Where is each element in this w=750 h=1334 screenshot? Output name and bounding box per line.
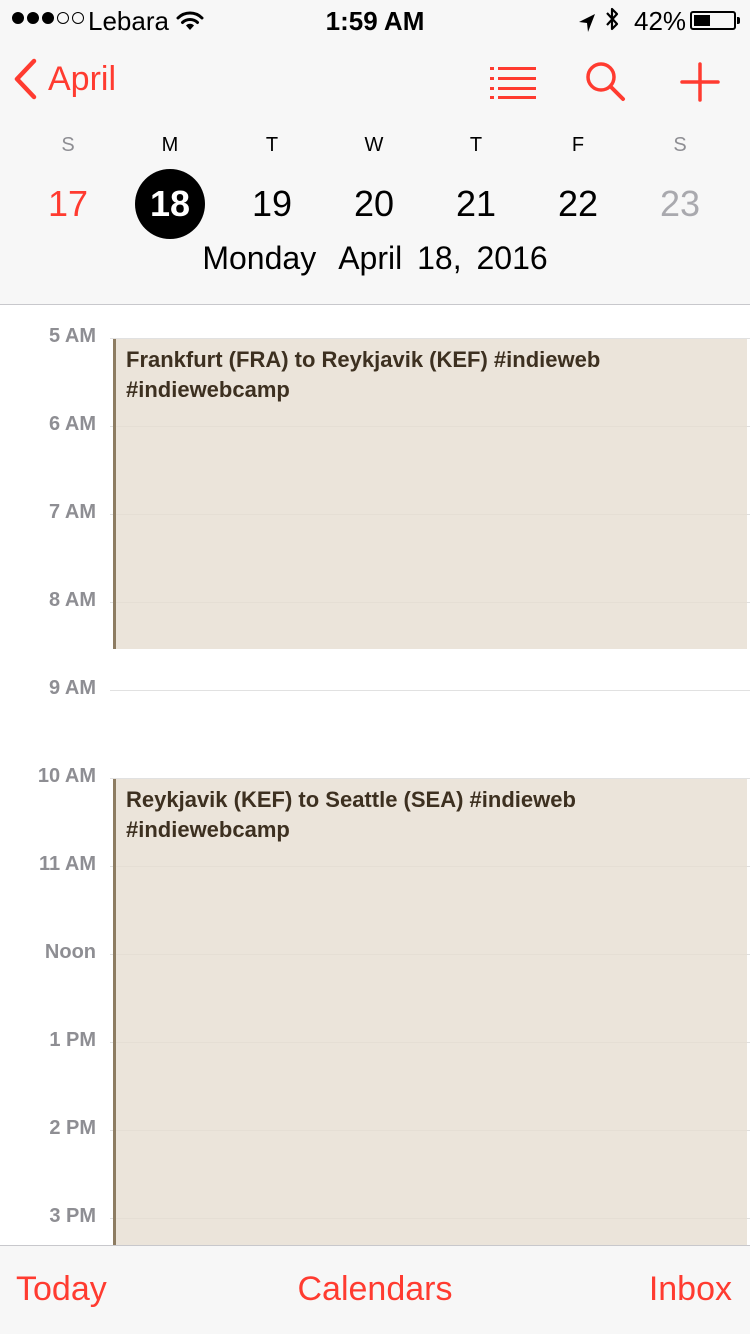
calendars-button[interactable]: Calendars [298,1270,453,1308]
hour-label: 9 AM [48,677,96,699]
hour-label: 7 AM [48,501,96,523]
battery-level [694,15,710,26]
date-number: 23 [659,183,701,224]
date-number: 21 [455,183,497,224]
battery-tip [737,17,740,24]
weekday-initial: M [161,134,179,156]
chevron-left-icon [14,58,37,100]
list-icon [490,67,536,99]
search-icon [586,62,625,101]
calendar-event[interactable]: Frankfurt (FRA) to Reykjavik (KEF) #indi… [113,339,747,649]
week-date-strip: 17 18 19 20 21 22 23 [17,168,731,240]
battery-icon [690,11,740,30]
inbox-button[interactable]: Inbox [649,1270,732,1309]
selected-date-number: 18 [135,169,205,239]
selected-day-title: Monday April 18, 2016 [0,240,750,277]
selected-full-date: April 18, 2016 [338,240,548,276]
hour-label: 5 AM [48,325,96,347]
hour-label: 8 AM [48,589,96,611]
hour-label: 1 PM [49,1029,96,1051]
date-cell-selected[interactable]: 18 [119,168,221,240]
weekday-initial: T [469,134,483,156]
hour-label: 3 PM [49,1205,96,1227]
date-cell[interactable]: 19 [221,168,323,240]
date-cell[interactable]: 23 [629,168,731,240]
hour-label: 2 PM [49,1117,96,1139]
list-view-button[interactable] [490,62,538,105]
hour-label: 10 AM [37,765,96,787]
calendar-event[interactable]: Reykjavik (KEF) to Seattle (SEA) #indiew… [113,779,747,1245]
bottom-toolbar: Today Calendars Inbox [0,1245,750,1334]
event-title: Reykjavik (KEF) to Seattle (SEA) #indiew… [126,787,576,842]
date-cell[interactable]: 20 [323,168,425,240]
calendars-button-wrapper: Calendars [0,1270,750,1309]
search-button[interactable] [584,60,628,109]
location-arrow-icon [578,9,596,40]
plus-icon [680,62,720,102]
selected-weekday: Monday [202,240,317,276]
date-number: 22 [557,183,599,224]
weekday-initial: S [61,134,75,156]
date-cell[interactable]: 17 [17,168,119,240]
date-number: 20 [353,183,395,224]
day-timeline[interactable]: 5 AM 6 AM 7 AM 8 AM 9 AM 10 AM 11 AM Noo… [0,305,750,1245]
date-number: 19 [251,183,293,224]
weekday-initial: F [571,134,585,156]
date-cell[interactable]: 22 [527,168,629,240]
bluetooth-icon [604,6,620,39]
date-number: 17 [47,183,89,224]
hour-label: 6 AM [48,413,96,435]
hour-label: Noon [44,941,96,963]
back-to-month-button[interactable]: April [12,58,116,100]
hour-label: 11 AM [38,853,96,875]
hour-divider [110,690,750,691]
today-button[interactable]: Today [16,1270,107,1309]
status-bar: Lebara 1:59 AM 42% [0,0,750,40]
date-cell[interactable]: 21 [425,168,527,240]
header: Lebara 1:59 AM 42% April S M T W T F S 1… [0,0,750,305]
weekday-header: S M T W T F S [17,134,731,157]
event-title: Frankfurt (FRA) to Reykjavik (KEF) #indi… [126,347,601,402]
back-button-label: April [48,59,117,98]
add-event-button[interactable] [680,62,720,107]
calendar-day-view: Lebara 1:59 AM 42% April S M T W T F S 1… [0,0,750,1334]
battery-percentage: 42% [634,6,687,36]
weekday-initial: W [364,134,384,156]
weekday-initial: S [673,134,687,156]
weekday-initial: T [265,134,279,156]
